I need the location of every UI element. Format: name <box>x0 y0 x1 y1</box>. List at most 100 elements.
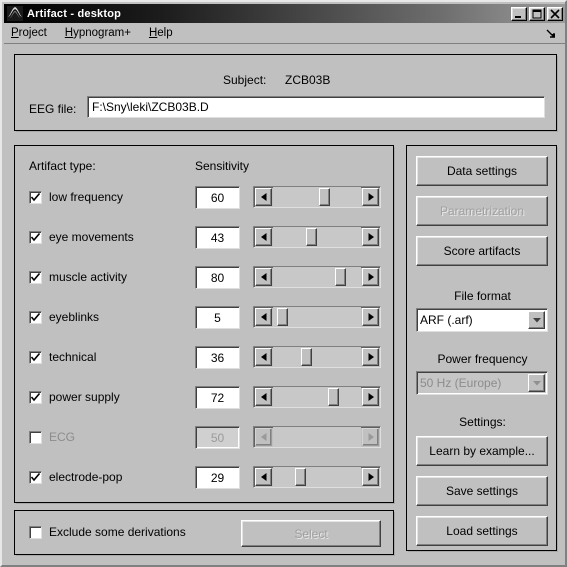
slider-thumb[interactable] <box>277 308 288 326</box>
slider-thumb[interactable] <box>301 348 312 366</box>
sensitivity-input-technical[interactable]: 36 <box>195 346 240 369</box>
artifact-label: technical <box>49 350 97 364</box>
menu-item-hypnogram[interactable]: Hypnogram+Hypnogram+ <box>65 25 140 41</box>
slider-right-arrow-icon[interactable] <box>362 268 379 286</box>
artifact-checkbox-eyeblinks[interactable]: eyeblinks <box>29 310 99 324</box>
slider-right-arrow-icon[interactable] <box>362 308 379 326</box>
slider-track[interactable] <box>273 387 361 407</box>
slider-right-arrow-icon[interactable] <box>362 348 379 366</box>
slider-right-arrow-icon[interactable] <box>362 428 379 446</box>
artifact-checkbox-muscle-activity[interactable]: muscle activity <box>29 270 127 284</box>
artifact-checkbox-ecg[interactable]: ECG <box>29 430 75 444</box>
slider-right-arrow-icon[interactable] <box>362 388 379 406</box>
artifact-checkbox-power-supply[interactable]: power supply <box>29 390 120 404</box>
sensitivity-slider-eye-movements[interactable] <box>253 226 381 248</box>
slider-right-arrow-icon[interactable] <box>362 468 379 486</box>
data-settings-button[interactable]: Data settings <box>416 156 548 186</box>
sensitivity-input-low-frequency[interactable]: 60 <box>195 186 240 209</box>
sensitivity-input-eye-movements[interactable]: 43 <box>195 226 240 249</box>
file-format-select[interactable]: ARF (.arf) <box>416 308 548 332</box>
artifact-label: electrode-pop <box>49 470 123 484</box>
menu-resize-grip-icon[interactable] <box>545 27 557 39</box>
slider-right-arrow-icon[interactable] <box>362 228 379 246</box>
sensitivity-slider-muscle-activity[interactable] <box>253 266 381 288</box>
slider-track[interactable] <box>273 227 361 247</box>
minimize-button[interactable] <box>511 6 527 21</box>
checkbox-icon[interactable] <box>29 525 42 539</box>
slider-track[interactable] <box>273 187 361 207</box>
score-artifacts-button[interactable]: Score artifacts <box>416 236 548 266</box>
settings-label: Settings: <box>459 415 506 429</box>
sensitivity-input-muscle-activity[interactable]: 80 <box>195 266 240 289</box>
slider-left-arrow-icon[interactable] <box>255 388 272 406</box>
select-derivations-button[interactable]: Select <box>241 520 381 547</box>
slider-left-arrow-icon[interactable] <box>255 308 272 326</box>
sensitivity-header: Sensitivity <box>195 159 250 173</box>
sensitivity-input-electrode-pop[interactable]: 29 <box>195 466 240 489</box>
file-format-label: File format <box>454 289 511 303</box>
sensitivity-slider-ecg[interactable] <box>253 426 381 448</box>
exclude-derivations-checkbox[interactable]: Exclude some derivations <box>29 525 186 539</box>
slider-thumb[interactable] <box>335 268 346 286</box>
checkbox-icon[interactable] <box>29 230 42 244</box>
artifact-checkbox-technical[interactable]: technical <box>29 350 96 364</box>
slider-track[interactable] <box>273 267 361 287</box>
menu-bar: PProjectroject Hypnogram+Hypnogram+ Help… <box>4 23 565 43</box>
checkbox-icon[interactable] <box>29 470 42 484</box>
artifact-label: eye movements <box>49 230 134 244</box>
artifact-checkbox-eye-movements[interactable]: eye movements <box>29 230 134 244</box>
sensitivity-slider-low-frequency[interactable] <box>253 186 381 208</box>
sensitivity-slider-eyeblinks[interactable] <box>253 306 381 328</box>
parametrization-button[interactable]: Parametrization <box>416 196 548 226</box>
menu-item-project[interactable]: PProjectroject <box>11 25 56 41</box>
eeg-file-input[interactable]: F:\Sny\leki\ZCB03B.D <box>87 96 545 118</box>
maximize-button[interactable] <box>529 6 545 21</box>
sensitivity-input-power-supply[interactable]: 72 <box>195 386 240 409</box>
checkbox-icon[interactable] <box>29 430 42 444</box>
artifact-type-header: Artifact type: <box>29 159 96 173</box>
slider-left-arrow-icon[interactable] <box>255 188 272 206</box>
artifact-checkbox-electrode-pop[interactable]: electrode-pop <box>29 470 122 484</box>
slider-left-arrow-icon[interactable] <box>255 228 272 246</box>
checkbox-icon[interactable] <box>29 390 42 404</box>
chevron-down-icon[interactable] <box>528 311 545 329</box>
slider-left-arrow-icon[interactable] <box>255 428 272 446</box>
checkbox-icon[interactable] <box>29 350 42 364</box>
slider-track[interactable] <box>273 467 361 487</box>
file-format-value: ARF (.arf) <box>420 313 473 327</box>
checkbox-icon[interactable] <box>29 310 42 324</box>
slider-right-arrow-icon[interactable] <box>362 188 379 206</box>
slider-left-arrow-icon[interactable] <box>255 468 272 486</box>
slider-track[interactable] <box>273 347 361 367</box>
checkbox-icon[interactable] <box>29 270 42 284</box>
slider-thumb[interactable] <box>295 468 306 486</box>
slider-thumb[interactable] <box>306 228 317 246</box>
subject-label: Subject: <box>223 73 267 87</box>
eeg-file-label: EEG file: <box>29 102 77 116</box>
load-settings-button[interactable]: Load settings <box>416 516 548 546</box>
slider-track[interactable] <box>273 427 361 447</box>
window-controls <box>511 6 563 21</box>
save-settings-button[interactable]: Save settings <box>416 476 548 506</box>
sensitivity-slider-electrode-pop[interactable] <box>253 466 381 488</box>
menu-item-help[interactable]: HelpHelp <box>149 25 182 41</box>
sensitivity-input-eyeblinks[interactable]: 5 <box>195 306 240 329</box>
actions-panel: Data settings Parametrization Score arti… <box>406 145 558 552</box>
close-button[interactable] <box>547 6 563 21</box>
power-frequency-select[interactable]: 50 Hz (Europe) <box>416 371 548 395</box>
artifact-label: low frequency <box>49 190 124 204</box>
chevron-down-icon[interactable] <box>528 374 545 392</box>
slider-thumb[interactable] <box>319 188 330 206</box>
checkbox-icon[interactable] <box>29 190 42 204</box>
learn-by-example-button[interactable]: Learn by example... <box>416 436 548 466</box>
menu-separator <box>4 43 565 46</box>
artifact-label: power supply <box>49 390 120 404</box>
sensitivity-input-ecg[interactable]: 50 <box>195 426 240 449</box>
artifact-checkbox-low-frequency[interactable]: low frequency <box>29 190 123 204</box>
sensitivity-slider-power-supply[interactable] <box>253 386 381 408</box>
slider-left-arrow-icon[interactable] <box>255 348 272 366</box>
slider-thumb[interactable] <box>328 388 339 406</box>
exclude-derivations-label: Exclude some derivations <box>49 525 186 539</box>
sensitivity-slider-technical[interactable] <box>253 346 381 368</box>
slider-left-arrow-icon[interactable] <box>255 268 272 286</box>
